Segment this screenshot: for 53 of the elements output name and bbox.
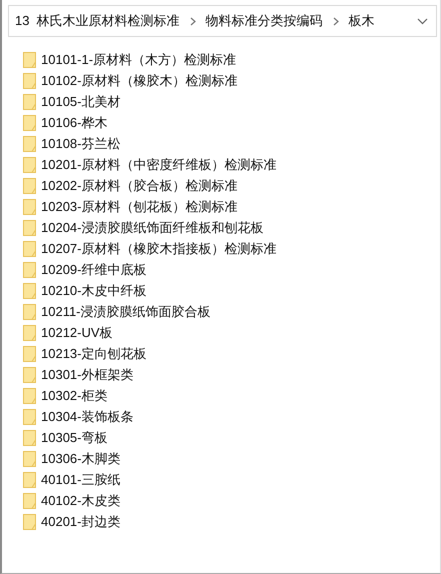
folder-icon <box>23 324 36 340</box>
folder-icon <box>23 472 36 488</box>
folder-icon <box>23 346 36 362</box>
breadcrumb-item[interactable]: 板木 <box>348 12 375 30</box>
address-bar[interactable]: 13 林氏木业原材料检测标准 物料标准分类按编码 板木 <box>8 5 437 37</box>
breadcrumb-item[interactable]: 物料标准分类按编码 <box>206 12 323 30</box>
folder-icon <box>23 430 36 446</box>
dropdown-icon[interactable] <box>417 18 428 24</box>
folder-icon <box>23 240 36 256</box>
folder-icon <box>23 304 36 320</box>
folder-name[interactable]: 10210-木皮中纤板 <box>41 282 146 300</box>
folder-name[interactable]: 10212-UV板 <box>41 324 113 342</box>
folder-name[interactable]: 40201-封边类 <box>41 512 120 530</box>
folder-name[interactable]: 10209-纤维中底板 <box>41 260 146 278</box>
folder-icon <box>23 52 36 68</box>
folder-icon <box>23 492 36 508</box>
folder-name[interactable]: 40102-木皮类 <box>41 492 120 510</box>
folder-name[interactable]: 10213-定向刨花板 <box>41 344 146 362</box>
folder-name[interactable]: 10304-装饰板条 <box>41 408 134 426</box>
folder-name[interactable]: 10101-1-原材料（木方）检测标准 <box>41 50 236 68</box>
folder-name[interactable]: 10211-浸渍胶膜纸饰面胶合板 <box>41 302 211 320</box>
folder-name[interactable]: 10203-原材料（刨花板）检测标准 <box>41 198 238 216</box>
folder-name[interactable]: 10105-北美材 <box>41 92 120 110</box>
folder-icon <box>23 136 36 152</box>
folder-name[interactable]: 10302-柜类 <box>41 386 108 404</box>
folder-icon <box>23 388 36 404</box>
folder-name[interactable]: 40101-三胺纸 <box>41 470 120 488</box>
folder-name[interactable]: 10301-外框架类 <box>41 366 134 384</box>
folder-icon <box>23 114 36 130</box>
folder-name[interactable]: 10306-木脚类 <box>41 450 120 468</box>
chevron-right-icon <box>190 16 196 26</box>
folder-icon <box>23 366 36 382</box>
chevron-right-icon <box>332 16 339 26</box>
folder-name[interactable]: 10305-弯板 <box>41 428 108 446</box>
folder-name[interactable]: 10102-原材料（橡胶木）检测标准 <box>41 72 238 90</box>
folder-name[interactable]: 10207-原材料（橡胶木指接板）检测标准 <box>41 240 276 258</box>
folder-icon <box>23 72 36 88</box>
folder-name[interactable]: 10204-浸渍胶膜纸饰面纤维板和刨花板 <box>41 218 264 236</box>
folder-icon <box>23 514 36 530</box>
folder-icon <box>23 408 36 424</box>
folder-name[interactable]: 10106-桦木 <box>41 114 108 132</box>
folder-icon <box>23 450 36 466</box>
folder-icon <box>23 262 36 278</box>
folder-icon <box>23 220 36 236</box>
folder-icon <box>23 282 36 298</box>
folder-icon <box>23 198 36 214</box>
folder-name[interactable]: 10108-芬兰松 <box>41 134 120 152</box>
folder-icon <box>23 94 36 110</box>
folder-icon <box>23 178 36 194</box>
folder-name[interactable]: 10201-原材料（中密度纤维板）检测标准 <box>41 156 276 174</box>
folder-name[interactable]: 10202-原材料（胶合板）检测标准 <box>41 176 238 194</box>
breadcrumb-item[interactable]: 13 林氏木业原材料检测标准 <box>15 12 180 30</box>
folder-icon <box>23 156 36 172</box>
